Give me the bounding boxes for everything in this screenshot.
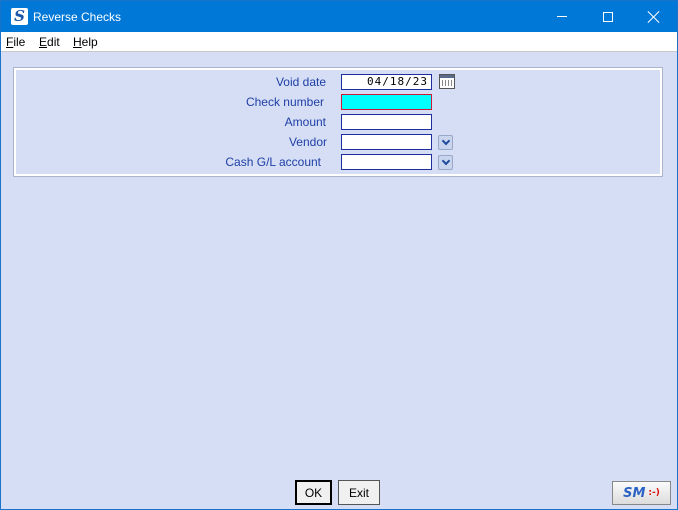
menu-file[interactable]: File	[6, 35, 25, 49]
chevron-down-icon	[441, 156, 450, 166]
close-icon	[648, 11, 660, 23]
check-number-label: Check number	[245, 95, 324, 109]
cash-gl-account-dropdown-button[interactable]	[438, 155, 453, 170]
window-title: Reverse Checks	[33, 10, 122, 24]
check-number-field[interactable]	[341, 94, 432, 110]
maximize-button[interactable]	[585, 1, 631, 32]
minimize-button[interactable]	[539, 1, 585, 32]
exit-button[interactable]: Exit	[338, 480, 380, 505]
app-logo-icon[interactable]: S	[11, 7, 28, 25]
form-panel	[13, 67, 663, 177]
void-date-label: Void date	[275, 75, 326, 89]
menu-edit[interactable]: Edit	[39, 35, 60, 49]
menu-bar: File Edit Help	[1, 32, 677, 52]
sm-logo-icon: SM	[623, 485, 646, 501]
vendor-dropdown-button[interactable]	[438, 135, 453, 150]
vendor-label: Vendor	[288, 135, 327, 149]
cash-gl-account-field[interactable]	[341, 154, 432, 170]
title-bar: S Reverse Checks	[1, 1, 677, 32]
close-button[interactable]	[631, 1, 677, 32]
chevron-down-icon	[441, 136, 450, 146]
cash-gl-account-label: Cash G/L account	[225, 155, 321, 169]
smiley-icon: :-)	[648, 488, 660, 498]
minimize-icon	[557, 16, 567, 17]
amount-label: Amount	[284, 115, 326, 129]
ok-button[interactable]: OK	[295, 480, 332, 505]
void-date-field[interactable]: 04/18/23	[341, 74, 432, 90]
amount-field[interactable]	[341, 114, 432, 130]
maximize-icon	[603, 11, 613, 22]
menu-help[interactable]: Help	[73, 35, 98, 49]
calendar-icon[interactable]	[439, 74, 455, 89]
vendor-field[interactable]	[341, 134, 432, 150]
sm-logo-button[interactable]: SM :-)	[612, 481, 671, 505]
reverse-checks-window: S Reverse Checks File Edit Help Void dat…	[0, 0, 678, 510]
